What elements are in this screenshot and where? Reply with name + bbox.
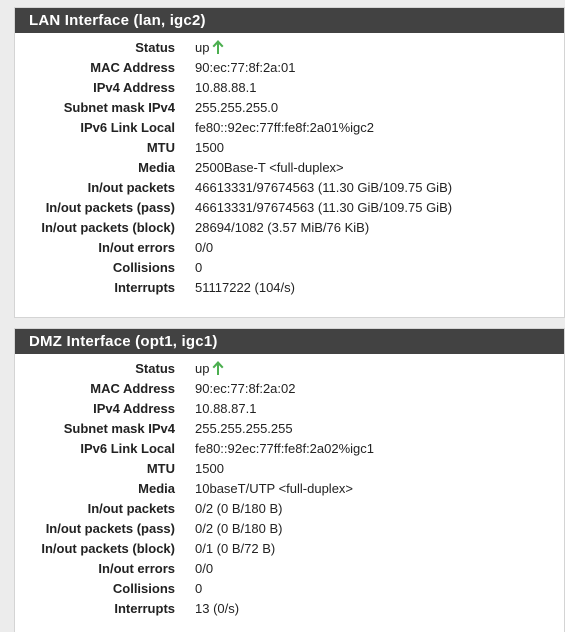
row-label: IPv4 Address (93, 401, 175, 416)
table-row: Subnet mask IPv4 255.255.255.255 (15, 419, 564, 439)
row-label: IPv6 Link Local (80, 120, 175, 135)
row-value: up (195, 38, 225, 58)
table-row: In/out packets (block) 28694/1082 (3.57 M… (15, 218, 564, 238)
row-value: 90:ec:77:8f:2a:02 (195, 381, 296, 396)
table-row: Subnet mask IPv4 255.255.255.0 (15, 98, 564, 118)
row-value: 90:ec:77:8f:2a:01 (195, 60, 296, 75)
table-row: In/out errors 0/0 (15, 559, 564, 579)
row-label: IPv6 Link Local (80, 441, 175, 456)
table-row: MAC Address 90:ec:77:8f:2a:01 (15, 58, 564, 78)
row-value: 10.88.87.1 (195, 401, 257, 416)
row-label: In/out packets (pass) (45, 200, 175, 215)
row-value: 0/2 (0 B/180 B) (195, 521, 283, 536)
row-value: 1500 (195, 461, 224, 476)
table-row: MTU 1500 (15, 459, 564, 479)
row-value: fe80::92ec:77ff:fe8f:2a01%igc2 (195, 120, 375, 135)
table-row: Collisions 0 (15, 579, 564, 599)
row-label: MTU (146, 461, 175, 476)
row-label: Interrupts (114, 280, 175, 295)
status-row: Status up (15, 38, 564, 58)
row-value: 0/1 (0 B/72 B) (195, 541, 276, 556)
status-row: Status up (15, 359, 564, 379)
row-label: In/out packets (block) (41, 220, 175, 235)
row-value: 0 (195, 260, 203, 275)
row-value: fe80::92ec:77ff:fe8f:2a02%igc1 (195, 441, 375, 456)
panel-title: DMZ Interface (opt1, igc1) (15, 329, 564, 354)
table-row: In/out packets 46613331/97674563 (11.30 G… (15, 178, 564, 198)
row-label: In/out packets (block) (41, 541, 175, 556)
table-row: IPv6 Link Local fe80::92ec:77ff:fe8f:2a01… (15, 118, 564, 138)
status-text: up (195, 361, 210, 376)
table-row: IPv4 Address 10.88.87.1 (15, 399, 564, 419)
row-value: 0 (195, 581, 203, 596)
row-label: In/out packets (pass) (45, 521, 175, 536)
row-value: 51117222 (104/s) (195, 280, 295, 295)
row-value: 255.255.255.255 (195, 421, 293, 436)
row-label: Status (135, 40, 175, 55)
row-label: Subnet mask IPv4 (63, 100, 175, 115)
interface-details: Status up MAC Address 90:ec:77:8f:2a:01 I… (15, 33, 564, 298)
row-value: 1500 (195, 140, 224, 155)
row-value: 0/2 (0 B/180 B) (195, 501, 283, 516)
table-row: In/out packets (pass) 0/2 (0 B/180 B) (15, 519, 564, 539)
row-value: 46613331/97674563 (11.30 GiB/109.75 GiB) (195, 200, 453, 215)
table-row: MAC Address 90:ec:77:8f:2a:02 (15, 379, 564, 399)
row-label: Collisions (112, 260, 175, 275)
panel-title: LAN Interface (lan, igc2) (15, 8, 564, 33)
row-value: up (195, 359, 225, 379)
status-text: up (195, 40, 210, 55)
row-label: Media (138, 160, 175, 175)
table-row: IPv6 Link Local fe80::92ec:77ff:fe8f:2a02… (15, 439, 564, 459)
row-label: Collisions (112, 581, 175, 596)
table-row: In/out errors 0/0 (15, 238, 564, 258)
row-label: MAC Address (90, 60, 175, 75)
row-value: 10.88.88.1 (195, 80, 257, 95)
table-row: MTU 1500 (15, 138, 564, 158)
row-value: 13 (0/s) (195, 601, 240, 616)
row-label: In/out errors (98, 240, 175, 255)
table-row: Interrupts 13 (0/s) (15, 599, 564, 619)
row-label: Subnet mask IPv4 (63, 421, 175, 436)
row-value: 0/0 (195, 561, 214, 576)
row-label: MAC Address (90, 381, 175, 396)
row-label: In/out packets (87, 180, 175, 195)
interface-details: Status up MAC Address 90:ec:77:8f:2a:02 I… (15, 354, 564, 619)
row-value: 2500Base-T <full-duplex> (195, 160, 344, 175)
up-arrow-icon (212, 40, 224, 54)
row-label: MTU (146, 140, 175, 155)
row-value: 46613331/97674563 (11.30 GiB/109.75 GiB) (195, 180, 453, 195)
dmz-interface-panel: DMZ Interface (opt1, igc1) Status up MAC… (14, 328, 565, 632)
row-label: In/out packets (87, 501, 175, 516)
table-row: Collisions 0 (15, 258, 564, 278)
row-value: 28694/1082 (3.57 MiB/76 KiB) (195, 220, 370, 235)
table-row: IPv4 Address 10.88.88.1 (15, 78, 564, 98)
table-row: In/out packets (pass) 46613331/97674563 (… (15, 198, 564, 218)
table-row: In/out packets 0/2 (0 B/180 B) (15, 499, 564, 519)
row-value: 255.255.255.0 (195, 100, 279, 115)
up-arrow-icon (212, 361, 224, 375)
table-row: Media 2500Base-T <full-duplex> (15, 158, 564, 178)
row-label: In/out errors (98, 561, 175, 576)
row-value: 10baseT/UTP <full-duplex> (195, 481, 354, 496)
row-label: Status (135, 361, 175, 376)
table-row: Interrupts 51117222 (104/s) (15, 278, 564, 298)
row-label: IPv4 Address (93, 80, 175, 95)
row-label: Media (138, 481, 175, 496)
row-label: Interrupts (114, 601, 175, 616)
table-row: In/out packets (block) 0/1 (0 B/72 B) (15, 539, 564, 559)
row-value: 0/0 (195, 240, 214, 255)
lan-interface-panel: LAN Interface (lan, igc2) Status up MAC … (14, 7, 565, 318)
table-row: Media 10baseT/UTP <full-duplex> (15, 479, 564, 499)
